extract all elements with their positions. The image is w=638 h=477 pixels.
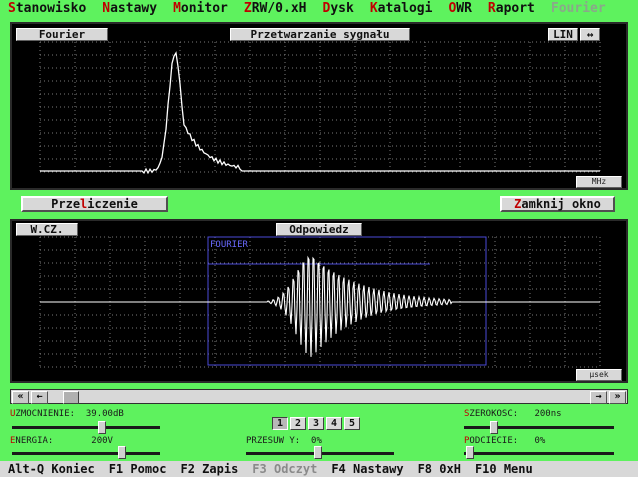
- width-value: 200ns: [534, 409, 562, 419]
- function-key-bar: Alt-Q Koniec F1 Pomoc F2 Zapis F3 Odczyt…: [0, 461, 638, 477]
- cutoff-value: 0%: [534, 436, 546, 446]
- menu-raport[interactable]: Raport: [488, 1, 535, 16]
- energy-slider-knob[interactable]: [118, 446, 126, 459]
- energy-slider-track[interactable]: [12, 452, 160, 455]
- channel-tab-1[interactable]: 1: [272, 417, 288, 430]
- fkey-quit[interactable]: Alt-Q Koniec: [8, 462, 95, 476]
- energy-value: 200V: [91, 436, 113, 446]
- shift-y-label: PRZESUW Y: 0%: [246, 436, 322, 446]
- menu-stanowisko[interactable]: Stanowisko: [8, 1, 86, 16]
- shift-y-slider-knob[interactable]: [314, 446, 322, 459]
- cutoff-slider-knob[interactable]: [466, 446, 474, 459]
- recalculate-button[interactable]: Przeliczenie: [21, 196, 168, 212]
- channel-tab-3[interactable]: 3: [308, 417, 324, 430]
- scroll-far-right-button[interactable]: »: [609, 391, 626, 404]
- menu-zrw[interactable]: ZRW/0.xH: [244, 1, 307, 16]
- response-plot: FOURIER: [39, 236, 601, 368]
- fourier-gate-label: FOURIER: [210, 240, 249, 250]
- cutoff-label: PODCIECIE: 0%: [464, 436, 546, 446]
- channel-tab-4[interactable]: 4: [326, 417, 342, 430]
- cutoff-slider-track[interactable]: [464, 452, 614, 455]
- scroll-right-button[interactable]: →: [590, 391, 607, 404]
- menu-dysk[interactable]: Dysk: [323, 1, 354, 16]
- gain-slider-knob[interactable]: [98, 421, 106, 434]
- response-panel: W.CZ. Odpowiedz FOURIER μsek: [10, 219, 628, 383]
- scroll-thumb[interactable]: [63, 391, 79, 404]
- gain-value: 39.00dB: [85, 409, 124, 419]
- menu-fourier: Fourier: [550, 0, 606, 16]
- gain-label: UZMOCNIENIE: 39.00dB: [10, 409, 124, 419]
- menu-monitor[interactable]: Monitor: [173, 1, 228, 16]
- time-scrollbar[interactable]: « ← → »: [10, 389, 628, 404]
- usek-unit-label: μsek: [576, 369, 622, 381]
- spectrum-grid: [39, 41, 601, 173]
- width-slider-track[interactable]: [464, 426, 614, 429]
- menu-owr[interactable]: OWR: [448, 1, 471, 16]
- width-label: SZEROKOSC: 200ns: [464, 409, 562, 419]
- channel-tab-2[interactable]: 2: [290, 417, 306, 430]
- fkey-read: F3 Odczyt: [252, 462, 318, 476]
- fkey-menu[interactable]: F10 Menu: [475, 462, 533, 476]
- energy-label: ENERGIA: 200V: [10, 436, 113, 446]
- fkey-save[interactable]: F2 Zapis: [181, 462, 239, 476]
- width-slider-knob[interactable]: [490, 421, 498, 434]
- channel-tabs: 1 2 3 4 5: [272, 417, 362, 430]
- spectrum-panel: Fourier Przetwarzanie sygnału LIN ↔ MHz: [10, 22, 628, 190]
- channel-tab-5[interactable]: 5: [344, 417, 360, 430]
- fkey-help[interactable]: F1 Pomoc: [109, 462, 167, 476]
- response-trace: [40, 255, 600, 357]
- menu-bar: Stanowisko Nastawy Monitor ZRW/0.xH Dysk…: [0, 0, 638, 16]
- scroll-far-left-button[interactable]: «: [12, 391, 29, 404]
- fkey-settings[interactable]: F4 Nastawy: [331, 462, 403, 476]
- spectrum-plot: [39, 41, 601, 175]
- mhz-unit-label: MHz: [576, 176, 622, 188]
- close-window-button[interactable]: Zamknij okno: [500, 196, 615, 212]
- fkey-hex[interactable]: F8 0xH: [418, 462, 461, 476]
- shift-y-value: 0%: [311, 436, 322, 446]
- menu-katalogi[interactable]: Katalogi: [370, 1, 433, 16]
- menu-nastawy[interactable]: Nastawy: [102, 1, 157, 16]
- scroll-left-button[interactable]: ←: [31, 391, 48, 404]
- gain-slider-track[interactable]: [12, 426, 160, 429]
